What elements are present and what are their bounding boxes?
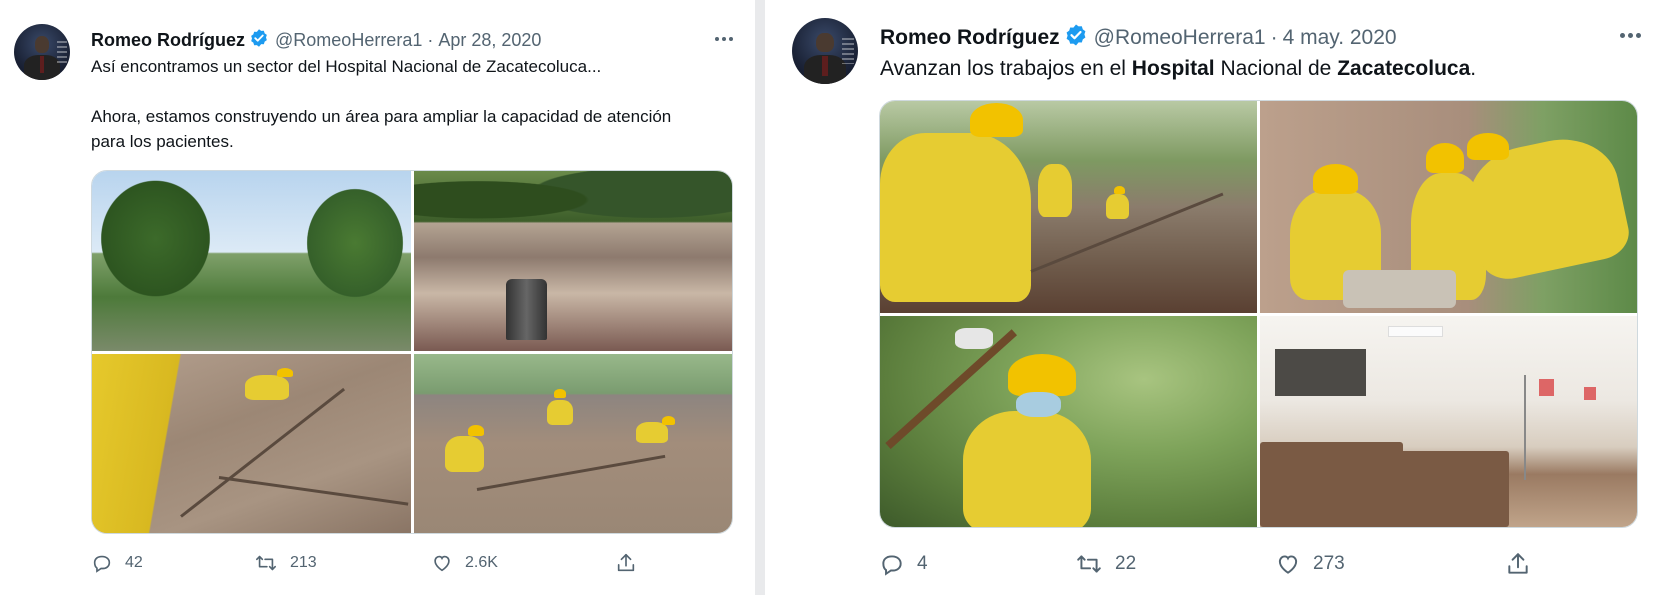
reply-button[interactable]: 42 xyxy=(91,552,143,574)
media-grid xyxy=(91,170,733,534)
tweet-text-segment: . xyxy=(1470,57,1477,80)
photo-workers-lifting-rock[interactable] xyxy=(1260,101,1637,313)
media-grid xyxy=(879,100,1638,528)
tweet-header: Romeo Rodríguez @RomeoHerrera1 · 4 may. … xyxy=(880,23,1397,53)
author-handle[interactable]: @RomeoHerrera1 xyxy=(275,30,422,51)
like-button[interactable]: 2.6K xyxy=(431,552,498,574)
reply-count: 4 xyxy=(917,553,928,574)
avatar[interactable] xyxy=(792,18,858,84)
photo-workers-site[interactable] xyxy=(413,353,732,533)
tweet-actions: 42 213 2.6K xyxy=(91,548,731,578)
photo-debris-area[interactable] xyxy=(413,171,732,351)
avatar[interactable] xyxy=(14,24,70,80)
reply-icon xyxy=(879,551,905,577)
photo-overgrown-lot[interactable] xyxy=(92,171,411,351)
like-count: 2.6K xyxy=(465,554,498,571)
tweet-header: Romeo Rodríguez @RomeoHerrera1 · Apr 28,… xyxy=(91,28,541,53)
tweet-text-line: para los pacientes. xyxy=(91,132,234,151)
tweet-card[interactable]: Romeo Rodríguez @RomeoHerrera1 · Apr 28,… xyxy=(0,0,755,595)
tweet-text-line: Ahora, estamos construyendo un área para… xyxy=(91,107,672,126)
retweet-count: 213 xyxy=(290,554,317,571)
reply-button[interactable]: 4 xyxy=(879,551,928,577)
tweet-text-bold: Hospital xyxy=(1131,57,1215,80)
tweet-text: Avanzan los trabajos en el Hospital Naci… xyxy=(880,54,1650,84)
more-options-icon[interactable] xyxy=(715,37,733,41)
like-count: 273 xyxy=(1313,553,1345,574)
reply-count: 42 xyxy=(125,554,143,571)
separator: · xyxy=(427,30,434,50)
separator: · xyxy=(1270,26,1278,49)
heart-icon xyxy=(431,552,453,574)
tweet-card[interactable]: Romeo Rodríguez @RomeoHerrera1 · 4 may. … xyxy=(765,0,1675,595)
retweet-count: 22 xyxy=(1115,553,1137,574)
share-button[interactable] xyxy=(615,552,637,574)
author-name[interactable]: Romeo Rodríguez xyxy=(880,26,1060,50)
reply-icon xyxy=(91,552,113,574)
tweet-text: Así encontramos un sector del Hospital N… xyxy=(91,54,741,154)
photo-worker-leveling-concrete[interactable] xyxy=(880,101,1257,313)
retweet-icon xyxy=(1075,551,1103,577)
photo-worker-with-pickaxe[interactable] xyxy=(880,315,1257,527)
retweet-icon xyxy=(254,552,278,574)
tweet-actions: 4 22 273 xyxy=(879,548,1636,580)
tweet-text-segment: Avanzan los trabajos en el xyxy=(880,57,1132,80)
more-options-icon[interactable] xyxy=(1620,33,1641,38)
tweet-text-bold: Zacatecoluca xyxy=(1337,57,1471,80)
author-handle[interactable]: @RomeoHerrera1 xyxy=(1094,26,1266,50)
verified-badge-icon xyxy=(249,28,269,53)
retweet-button[interactable]: 22 xyxy=(1075,551,1136,577)
photo-concrete-work[interactable] xyxy=(92,353,411,533)
share-icon xyxy=(1505,551,1531,577)
tweet-date[interactable]: 4 may. 2020 xyxy=(1283,26,1397,50)
tweet-text-segment: Nacional de xyxy=(1214,57,1338,80)
photo-hospital-room[interactable] xyxy=(1260,315,1637,527)
tweet-date[interactable]: Apr 28, 2020 xyxy=(438,30,541,51)
verified-badge-icon xyxy=(1064,23,1088,53)
tweet-text-line: Así encontramos un sector del Hospital N… xyxy=(91,57,602,76)
tweet-text-line xyxy=(91,79,741,104)
share-icon xyxy=(615,552,637,574)
share-button[interactable] xyxy=(1505,551,1531,577)
retweet-button[interactable]: 213 xyxy=(254,552,317,574)
like-button[interactable]: 273 xyxy=(1275,551,1345,577)
heart-icon xyxy=(1275,551,1301,577)
author-name[interactable]: Romeo Rodríguez xyxy=(91,30,245,51)
